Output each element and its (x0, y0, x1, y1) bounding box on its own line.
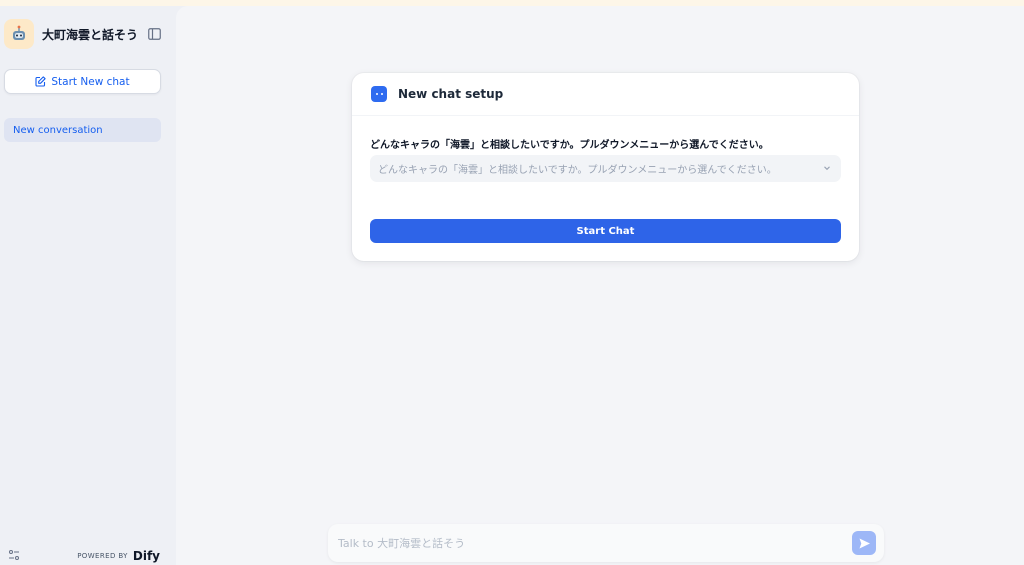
card-header: New chat setup (352, 73, 859, 116)
chat-bot-icon (371, 86, 387, 102)
sidebar-collapse-icon[interactable] (146, 26, 162, 42)
start-chat-button[interactable]: Start Chat (370, 219, 841, 243)
start-new-chat-button[interactable]: Start New chat (4, 69, 161, 94)
app-title: 大町海雲と話そう (42, 27, 139, 42)
settings-sliders-icon[interactable] (8, 549, 22, 563)
robot-icon (4, 19, 34, 49)
card-title: New chat setup (398, 87, 504, 101)
app-window: 大町海雲と話そう Start New chat New conversation (0, 6, 1024, 565)
sidebar: 大町海雲と話そう Start New chat New conversation (0, 6, 176, 565)
character-select[interactable]: どんなキャラの「海雲」と相談したいですか。プルダウンメニューから選んでください。 (370, 155, 841, 182)
conversation-label: New conversation (13, 124, 103, 136)
chat-input[interactable] (328, 524, 852, 562)
sidebar-footer: POWERED BY Dify (8, 549, 160, 563)
dify-logo[interactable]: Dify (133, 549, 160, 563)
send-icon[interactable] (852, 531, 876, 555)
chat-setup-card: New chat setup どんなキャラの「海雲」と相談したいですか。プルダウ… (352, 73, 859, 261)
chat-input-bar (328, 524, 884, 562)
character-field-label: どんなキャラの「海雲」と相談したいですか。プルダウンメニューから選んでください。 (370, 140, 769, 151)
sidebar-header: 大町海雲と話そう (4, 18, 172, 50)
conversation-item[interactable]: New conversation (4, 118, 161, 142)
edit-icon (35, 76, 47, 87)
powered-by: POWERED BY Dify (77, 549, 160, 563)
start-new-chat-label: Start New chat (51, 75, 130, 88)
powered-by-label: POWERED BY (77, 552, 128, 560)
main-area: New chat setup どんなキャラの「海雲」と相談したいですか。プルダウ… (176, 6, 1024, 565)
chevron-down-icon (823, 164, 831, 172)
character-select-placeholder: どんなキャラの「海雲」と相談したいですか。プルダウンメニューから選んでください。 (378, 165, 777, 176)
